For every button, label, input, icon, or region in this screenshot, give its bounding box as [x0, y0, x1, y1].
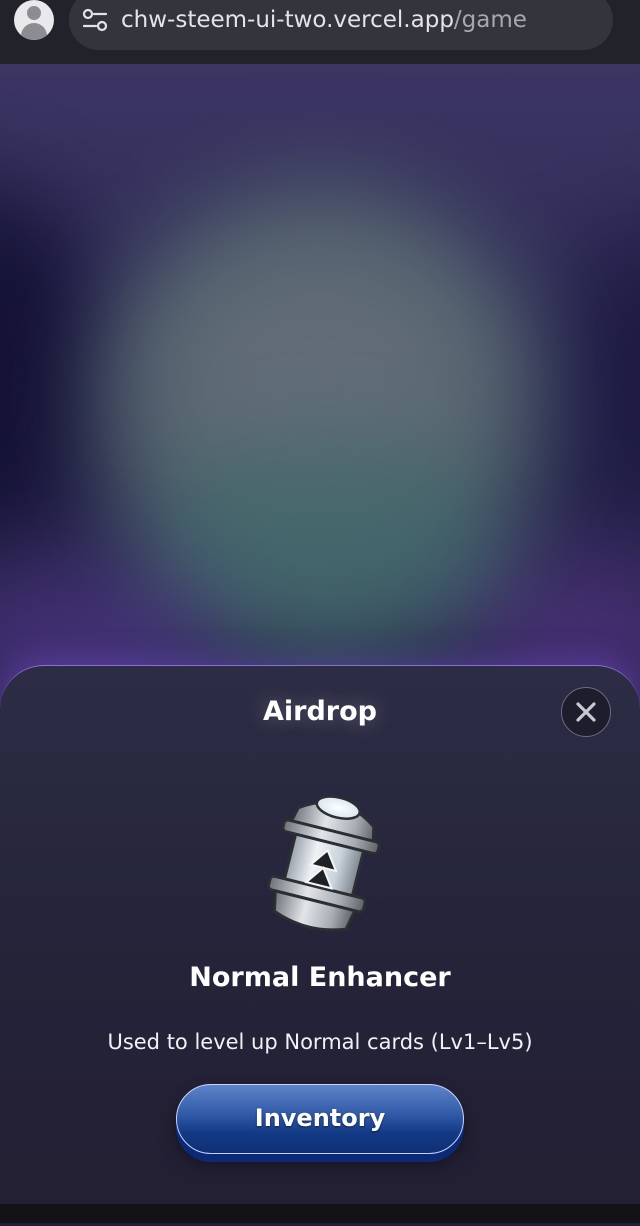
site-settings-icon[interactable] [82, 8, 108, 32]
modal-title: Airdrop [263, 696, 377, 727]
profile-avatar-icon[interactable] [14, 0, 54, 40]
avatar-head [27, 6, 41, 20]
close-button[interactable] [561, 687, 611, 737]
background-blur [560, 224, 640, 524]
background-blur [0, 184, 100, 544]
enhancer-capsule-icon [266, 795, 381, 932]
url-field[interactable]: chw-steem-ui-two.vercel.app/game [69, 0, 613, 50]
url-text: chw-steem-ui-two.vercel.app/game [121, 4, 527, 36]
airdrop-modal: Airdrop Normal Enhancer Used to level up… [0, 665, 640, 1226]
inventory-button-label: Inventory [254, 1104, 386, 1132]
url-path: /game [453, 7, 527, 33]
inventory-button[interactable]: Inventory [176, 1084, 464, 1154]
system-nav-strip [0, 1204, 640, 1223]
close-icon [576, 702, 596, 722]
item-description: Used to level up Normal cards (Lv1–Lv5) [107, 1030, 533, 1054]
browser-address-bar: chw-steem-ui-two.vercel.app/game [0, 0, 640, 64]
item-name: Normal Enhancer [189, 962, 451, 993]
avatar-body [21, 23, 47, 40]
url-host: chw-steem-ui-two.vercel.app [121, 7, 454, 33]
